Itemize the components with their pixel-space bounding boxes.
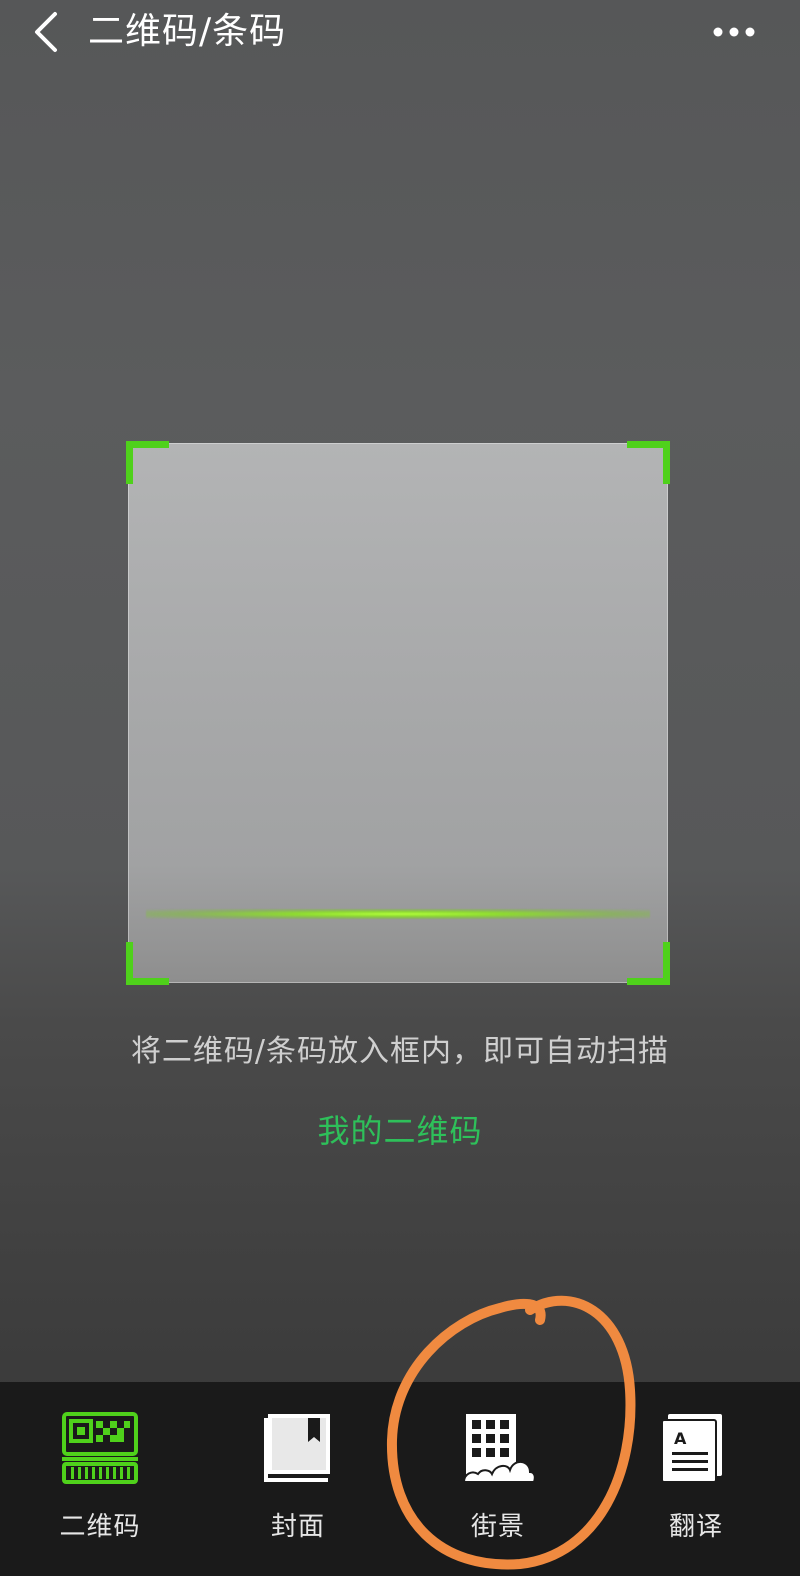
more-button[interactable] xyxy=(708,12,760,52)
street-building-icon xyxy=(462,1414,536,1483)
scan-line xyxy=(146,909,650,919)
scan-corner-bottom-right xyxy=(627,942,670,985)
scan-hint-text: 将二维码/条码放入框内，即可自动扫描 xyxy=(130,1034,670,1069)
translate-document-icon: A xyxy=(661,1414,722,1483)
page-title: 二维码/条码 xyxy=(88,11,287,52)
back-button[interactable] xyxy=(24,8,68,56)
my-qr-code-link[interactable]: 我的二维码 xyxy=(0,1106,800,1152)
scan-frame xyxy=(126,441,670,985)
tab-cover[interactable]: 封面 xyxy=(198,1382,398,1576)
svg-text:A: A xyxy=(674,1429,687,1448)
tab-label: 二维码 xyxy=(59,1512,141,1542)
tab-label: 翻译 xyxy=(668,1512,723,1542)
tab-label: 街景 xyxy=(470,1512,525,1542)
scan-corner-bottom-left xyxy=(126,942,169,985)
tab-qr-code[interactable]: 二维码 xyxy=(0,1382,200,1576)
chevron-left-icon xyxy=(35,12,57,52)
tab-street-view[interactable]: 街景 xyxy=(398,1382,598,1576)
bottom-tab-bar: 二维码 封面 街景 A 翻译 xyxy=(0,1382,800,1576)
tab-translate[interactable]: A 翻译 xyxy=(596,1382,796,1576)
scan-corner-top-left xyxy=(126,441,169,484)
qr-barcode-icon xyxy=(62,1412,138,1484)
tab-label: 封面 xyxy=(270,1512,325,1542)
book-cover-icon xyxy=(264,1414,330,1482)
scan-corner-top-right xyxy=(627,441,670,484)
more-dots-icon xyxy=(713,27,755,37)
top-bar: 二维码/条码 xyxy=(0,0,800,64)
